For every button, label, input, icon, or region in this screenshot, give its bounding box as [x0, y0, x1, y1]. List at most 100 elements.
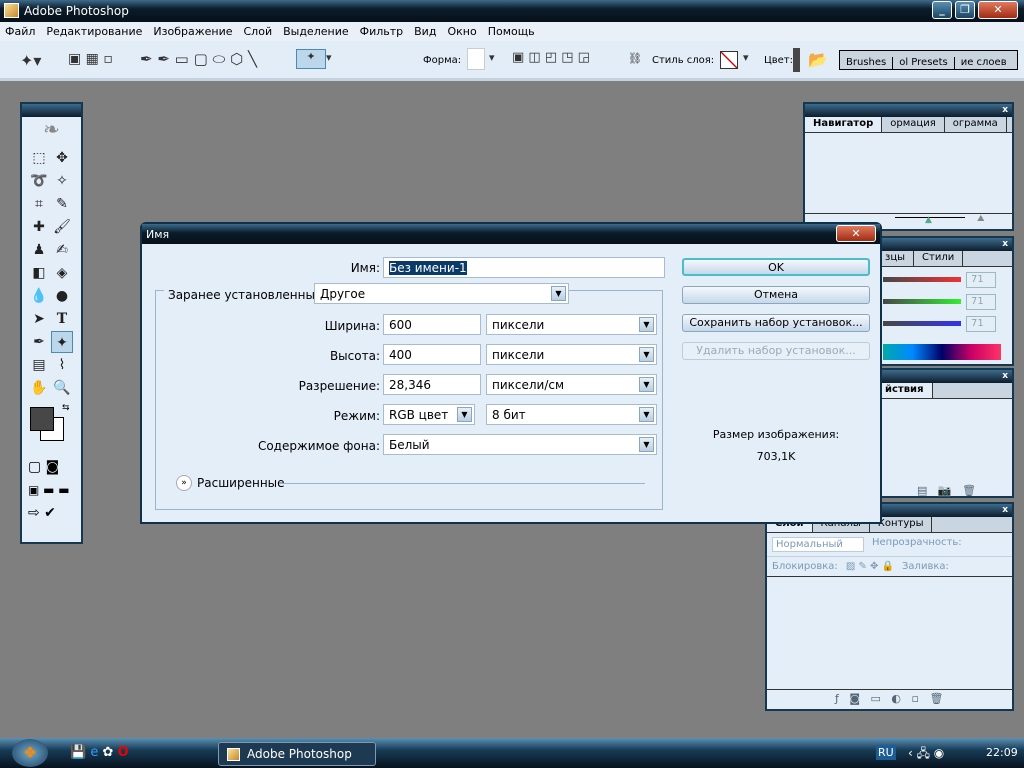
expand-advanced-icon[interactable]: » [176, 475, 192, 491]
height-input[interactable]: 400 [383, 344, 481, 365]
options-bar: ✦▾ ▣ ▦ ▫ ✒ ✒ ▭ ▢ ⬭ ⬡ ╲ ✦ ▾ Форма: ▾ ▣ ◫ … [0, 41, 1024, 81]
color-swatch[interactable] [793, 48, 800, 72]
dialog-close-button[interactable]: ✕ [836, 225, 876, 242]
chevron-down-icon[interactable]: ▾ [743, 51, 749, 64]
notes-tool-icon[interactable]: ▤ [28, 354, 50, 376]
menu-image[interactable]: Изображение [153, 25, 232, 41]
resolution-unit-dropdown[interactable]: пиксели/см ▼ [486, 374, 657, 395]
cancel-button[interactable]: Отмена [682, 286, 870, 304]
eraser-tool-icon[interactable]: ◧ [28, 262, 50, 284]
eyedropper-tool-icon[interactable]: ⌇ [51, 354, 73, 376]
tab-navigator[interactable]: Навигатор [805, 117, 883, 132]
tray-icons[interactable]: ‹ 🖧 ◉ [908, 744, 944, 765]
custom-shape-tool-icon[interactable]: ✦ [51, 331, 73, 353]
link-icon[interactable]: ⛓ [628, 52, 642, 65]
chevron-down-icon[interactable]: ▾ [326, 51, 332, 64]
menu-select[interactable]: Выделение [283, 25, 349, 41]
background-label: Содержимое фона: [257, 439, 380, 453]
save-preset-button[interactable]: Сохранить набор установок... [682, 314, 870, 332]
tab-info[interactable]: ормация [882, 117, 945, 132]
minimize-button[interactable]: _ [932, 1, 952, 19]
blue-slider[interactable] [883, 321, 961, 326]
clone-stamp-tool-icon[interactable]: ♟ [28, 239, 50, 261]
new-document-dialog: Имя ✕ Имя: Без имени-1 Заранее установле… [140, 222, 882, 524]
paint-bucket-tool-icon[interactable]: ◈ [51, 262, 73, 284]
pen-tools-icon[interactable]: ✒ ✒ ▭ ▢ ⬭ ⬡ ╲ [140, 50, 257, 68]
quick-mask-icons[interactable]: ▢ ◙ [22, 451, 81, 475]
delete-preset-button[interactable]: Удалить набор установок... [682, 342, 870, 360]
history-actions-icons[interactable]: ▤ 📷 🗑 [917, 484, 976, 497]
name-input[interactable]: Без имени-1 [383, 257, 665, 278]
menu-filter[interactable]: Фильтр [360, 25, 404, 41]
language-indicator[interactable]: RU [876, 745, 896, 760]
custom-shape-tool-icon[interactable]: ✦ [296, 49, 326, 69]
color-ramp[interactable] [883, 344, 1001, 360]
start-button[interactable]: ❖ [12, 739, 48, 767]
taskbar-photoshop-button[interactable]: Adobe Photoshop [218, 742, 376, 766]
tab-actions[interactable]: йствия [877, 383, 933, 398]
magic-wand-tool-icon[interactable]: ✧ [51, 170, 73, 192]
layer-actions-icons[interactable]: ƒ ◙ ▭ ◐ ▫ 🗑 [767, 689, 1012, 705]
bit-depth-dropdown[interactable]: 8 бит ▼ [486, 404, 657, 425]
shape-layers-icon[interactable]: ▣ ▦ ▫ [68, 51, 113, 67]
shape-picker[interactable] [467, 48, 485, 70]
palette-tab-brushes[interactable]: Brushes [840, 57, 894, 69]
tab-styles[interactable]: Стили [914, 251, 964, 266]
menu-help[interactable]: Помощь [488, 25, 535, 41]
preset-dropdown[interactable]: Другое ▼ [314, 283, 569, 304]
shape-area-mode-icons[interactable]: ▣ ◫ ◰ ◳ ◲ [512, 50, 590, 65]
history-brush-tool-icon[interactable]: ✍ [51, 239, 73, 261]
height-unit-dropdown[interactable]: пиксели ▼ [486, 344, 657, 365]
lock-icons[interactable]: ▨ ✎ ✥ 🔒 [846, 561, 894, 572]
menu-file[interactable]: Файл [5, 25, 35, 41]
red-slider[interactable] [883, 277, 961, 282]
width-unit-dropdown[interactable]: пиксели ▼ [486, 314, 657, 335]
type-tool-icon[interactable]: T [51, 308, 73, 330]
restore-button[interactable]: ❐ [955, 1, 975, 19]
blue-value[interactable]: 71 [966, 316, 996, 332]
chevron-down-icon[interactable]: ▾ [489, 51, 495, 64]
pen-tool-icon[interactable]: ✒ [28, 331, 50, 353]
blur-tool-icon[interactable]: 💧 [28, 285, 50, 307]
ok-button[interactable]: OK [682, 258, 870, 276]
slice-tool-icon[interactable]: ✎ [51, 193, 73, 215]
background-contents-dropdown[interactable]: Белый ▼ [383, 434, 657, 455]
zoom-tool-icon[interactable]: 🔍 [51, 377, 73, 399]
file-browser-icon[interactable]: 📂 [808, 50, 828, 69]
advanced-label[interactable]: Расширенные [197, 476, 285, 490]
width-input[interactable]: 600 [383, 314, 481, 335]
lasso-tool-icon[interactable]: ➰ [28, 170, 50, 192]
green-slider[interactable] [883, 299, 961, 304]
quick-launch-icons[interactable]: 💾 e ✿ O [70, 745, 129, 760]
tab-swatches[interactable]: зцы [877, 251, 915, 266]
blend-mode-dropdown[interactable]: Нормальный [772, 537, 864, 552]
panel-close-icon[interactable]: x [805, 104, 1012, 117]
foreground-color-swatch[interactable] [30, 407, 54, 431]
jump-to-imageready-icon[interactable]: ⇨ ✔ [22, 497, 81, 521]
toolbox: ❧ ⬚ ✥ ➰ ✧ ⌗ ✎ ✚ 🖌 ♟ ✍ ◧ ◈ 💧 ● ➤ T ✒ ✦ ▤ ⌇ ✋ 🔍 ⇆ ▢ ◙… [20, 102, 83, 544]
menu-edit[interactable]: Редактирование [46, 25, 142, 41]
custom-shape-preset-icon[interactable]: ✦▾ [20, 51, 41, 70]
red-value[interactable]: 71 [966, 272, 996, 288]
screen-mode-icons[interactable]: ▣ ▬ ▬ [22, 475, 81, 497]
color-mode-dropdown[interactable]: RGB цвет ▼ [383, 404, 475, 425]
layer-style-picker[interactable] [720, 51, 738, 69]
tab-histogram[interactable]: ограмма [945, 117, 1007, 132]
healing-brush-tool-icon[interactable]: ✚ [28, 216, 50, 238]
marquee-tool-icon[interactable]: ⬚ [28, 147, 50, 169]
move-tool-icon[interactable]: ✥ [51, 147, 73, 169]
crop-tool-icon[interactable]: ⌗ [28, 193, 50, 215]
menu-window[interactable]: Окно [447, 25, 476, 41]
palette-tab-layer-comps[interactable]: ие слоев [955, 57, 1013, 69]
dodge-tool-icon[interactable]: ● [51, 285, 73, 307]
menu-layer[interactable]: Слой [244, 25, 273, 41]
green-value[interactable]: 71 [966, 294, 996, 310]
resolution-input[interactable]: 28,346 [383, 374, 481, 395]
brush-tool-icon[interactable]: 🖌 [51, 216, 73, 238]
hand-tool-icon[interactable]: ✋ [28, 377, 50, 399]
close-button[interactable]: ✕ [978, 1, 1018, 19]
palette-tab-tool-presets[interactable]: ol Presets [893, 57, 955, 69]
menu-view[interactable]: Вид [414, 25, 436, 41]
swap-colors-icon[interactable]: ⇆ [62, 403, 70, 413]
path-selection-tool-icon[interactable]: ➤ [28, 308, 50, 330]
